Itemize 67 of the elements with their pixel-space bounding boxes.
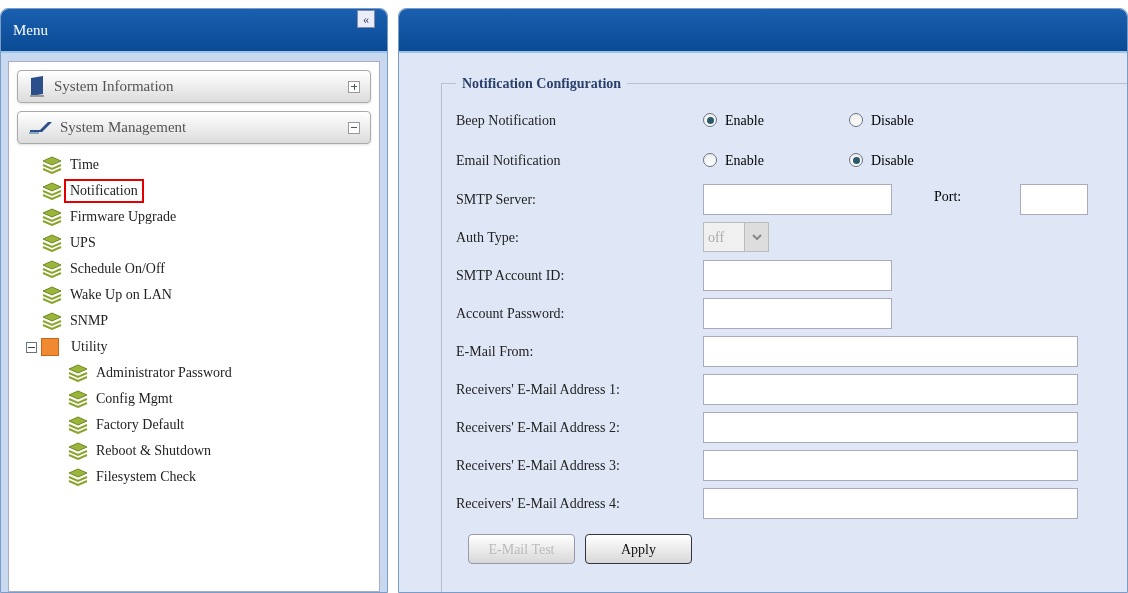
radio-label: Enable (725, 151, 764, 170)
radio-button[interactable] (703, 153, 717, 167)
form-button[interactable]: Apply (585, 534, 692, 564)
menu-title: Menu (13, 20, 48, 40)
layers-icon (42, 182, 62, 200)
field-label: SMTP Account ID: (456, 266, 566, 285)
menu-item[interactable]: Config Mgmt (90, 387, 179, 411)
menu-item[interactable]: Filesystem Check (90, 465, 202, 489)
section-title: System Management (60, 118, 188, 138)
menu-item[interactable]: UPS (64, 231, 102, 255)
field-label: Receivers' E-Mail Address 3: (456, 456, 621, 475)
field-label: Auth Type: (456, 228, 520, 247)
field-label: SMTP Server: (456, 190, 537, 209)
layers-icon (68, 468, 88, 486)
menu-item[interactable]: Administrator Password (90, 361, 238, 385)
port-field[interactable] (1020, 183, 1088, 215)
layers-icon (68, 364, 88, 382)
input-field[interactable] (703, 487, 1078, 519)
fieldset-legend: Notification Configuration (456, 73, 628, 94)
expand-icon[interactable] (348, 80, 360, 93)
layers-icon (42, 286, 62, 304)
collapse-button[interactable]: « (357, 10, 375, 28)
input-field[interactable] (703, 335, 1078, 367)
caret-icon (751, 234, 762, 240)
radio-label: Disable (871, 111, 914, 130)
menu-item[interactable]: Schedule On/Off (64, 257, 171, 281)
layers-icon (68, 442, 88, 460)
field-label: Receivers' E-Mail Address 1: (456, 380, 621, 399)
section-header[interactable]: System Information (17, 70, 371, 103)
collapse-icon[interactable] (348, 121, 360, 134)
port-label: Port: (934, 187, 963, 206)
field-label: Account Password: (456, 304, 566, 323)
menu-item[interactable]: Wake Up on LAN (64, 283, 178, 307)
radio-button[interactable] (849, 113, 863, 127)
input-field[interactable] (703, 449, 1078, 481)
menu-item[interactable]: Utility (65, 335, 114, 359)
section-title: System Information (54, 77, 175, 97)
layers-icon (42, 312, 62, 330)
menu-item[interactable]: Notification (64, 179, 144, 203)
collapse-toggle-icon[interactable] (26, 341, 37, 353)
radio-label: Disable (871, 151, 914, 170)
layers-icon (42, 208, 62, 226)
field-label: Receivers' E-Mail Address 4: (456, 494, 621, 513)
folder-icon (41, 338, 59, 356)
menu-item[interactable]: Reboot & Shutdown (90, 439, 218, 463)
menu-item[interactable]: Time (64, 153, 106, 177)
field-label: E-Mail From: (456, 342, 535, 361)
layers-icon (68, 390, 88, 408)
layers-icon (42, 234, 62, 252)
input-field[interactable] (703, 297, 892, 329)
smtp-server-field[interactable] (703, 183, 892, 215)
menu-item[interactable]: Firmware Upgrade (64, 205, 183, 229)
section-header[interactable]: System Management (17, 111, 371, 144)
input-field[interactable] (703, 411, 1078, 443)
layers-icon (42, 156, 62, 174)
input-field[interactable] (703, 259, 892, 291)
field-label: Email Notification (456, 151, 562, 170)
layers-icon (68, 416, 88, 434)
layers-icon (42, 260, 62, 278)
input-field[interactable] (703, 373, 1078, 405)
menu-item[interactable]: Factory Default (90, 413, 191, 437)
field-label: Beep Notification (456, 111, 557, 130)
radio-label: Enable (725, 111, 764, 130)
radio-button[interactable] (849, 153, 863, 167)
radio-button[interactable] (703, 113, 717, 127)
menu-item[interactable]: SNMP (64, 309, 115, 333)
field-label: Receivers' E-Mail Address 2: (456, 418, 621, 437)
